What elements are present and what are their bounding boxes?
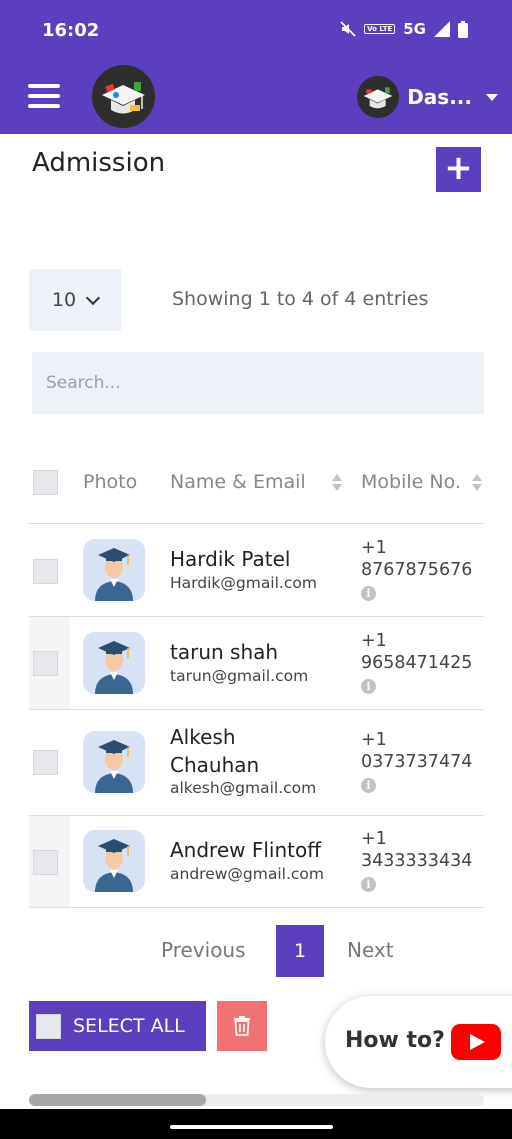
mobile-number: 0373737474: [361, 752, 473, 772]
student-email: alkesh@gmail.com: [170, 779, 317, 797]
home-gesture-pill[interactable]: [170, 1125, 333, 1129]
search-input[interactable]: [32, 352, 484, 414]
info-icon[interactable]: i: [361, 679, 376, 694]
student-photo: [83, 632, 145, 694]
status-icons: Vo LTE 5G: [340, 20, 468, 38]
student-photo: [83, 539, 145, 601]
student-mobile: +1 3433333434 i: [361, 828, 472, 894]
page-title: Admission: [32, 148, 166, 178]
column-mobile[interactable]: Mobile No.: [361, 471, 461, 493]
student-mobile: +1 9658471425 i: [361, 630, 472, 696]
student-name: Andrew Flintoff: [170, 838, 322, 862]
page-length-value: 10: [51, 289, 77, 311]
info-icon[interactable]: i: [361, 778, 376, 793]
mute-icon: [340, 21, 356, 37]
sort-icon[interactable]: [332, 474, 342, 492]
table-row: Andrew Flintoff andrew@gmail.com +1 3433…: [29, 816, 484, 908]
delete-button[interactable]: [217, 1001, 267, 1051]
student-mobile: +1 8767875676 i: [361, 537, 472, 603]
hamburger-icon: [28, 84, 60, 108]
row-checkbox[interactable]: [33, 559, 58, 584]
student-email: tarun@gmail.com: [170, 667, 309, 685]
student-avatar-icon: [83, 830, 145, 892]
student-name: tarun shah: [170, 640, 279, 664]
mobile-number: 8767875676: [361, 560, 473, 580]
plus-icon: +: [444, 148, 473, 188]
column-name-email[interactable]: Name & Email: [170, 471, 306, 493]
volte-badge: Vo LTE: [364, 24, 396, 34]
student-mobile: +1 0373737474 i: [361, 729, 472, 795]
previous-page-button[interactable]: Previous: [161, 938, 246, 962]
row-checkbox[interactable]: [33, 750, 58, 775]
page-1-button[interactable]: 1: [276, 925, 324, 977]
pagination: Previous 1 Next: [0, 925, 512, 977]
battery-icon: [458, 20, 468, 38]
mobile-code: +1: [361, 631, 387, 651]
table-row: tarun shah tarun@gmail.com +1 9658471425…: [29, 617, 484, 710]
next-page-button[interactable]: Next: [347, 938, 394, 962]
graduation-cap-logo: [92, 65, 155, 128]
info-icon[interactable]: i: [361, 877, 376, 892]
student-name: Hardik Patel: [170, 547, 291, 571]
how-to-label: How to?: [345, 1028, 445, 1053]
student-avatar-icon: [83, 632, 145, 694]
mobile-code: +1: [361, 829, 387, 849]
youtube-icon: [451, 1024, 501, 1060]
system-nav-bar: [0, 1109, 512, 1139]
page-length-select[interactable]: 10: [29, 269, 121, 331]
trash-icon: [234, 1016, 250, 1036]
student-email: andrew@gmail.com: [170, 865, 324, 883]
table-info: Showing 1 to 4 of 4 entries: [172, 288, 429, 310]
table-row: Hardik Patel Hardik@gmail.com +1 8767875…: [29, 524, 484, 617]
user-menu[interactable]: Das...: [357, 76, 498, 118]
network-type: 5G: [403, 20, 426, 38]
student-name: Alkesh Chauhan: [170, 725, 260, 777]
select-all-button[interactable]: SELECT ALL: [29, 1001, 206, 1051]
table-header: Photo Name & Email Mobile No.: [29, 452, 484, 524]
student-photo: [83, 731, 145, 793]
how-to-button[interactable]: How to?: [325, 996, 512, 1088]
row-checkbox[interactable]: [33, 651, 58, 676]
app-logo[interactable]: [92, 65, 155, 128]
status-time: 16:02: [42, 20, 100, 41]
sort-icon[interactable]: [472, 474, 482, 492]
table-row: Alkesh Chauhan alkesh@gmail.com +1 03737…: [29, 710, 484, 816]
status-bar: 16:02 Vo LTE 5G: [0, 0, 512, 60]
row-checkbox[interactable]: [33, 850, 58, 875]
info-icon[interactable]: i: [361, 586, 376, 601]
chevron-down-icon: [86, 290, 101, 306]
app-bar: Das...: [0, 60, 512, 134]
mobile-code: +1: [361, 730, 387, 750]
column-photo: Photo: [83, 471, 138, 493]
student-avatar-icon: [83, 539, 145, 601]
select-all-checkbox[interactable]: [36, 1013, 61, 1039]
student-avatar-icon: [83, 731, 145, 793]
mobile-number: 9658471425: [361, 653, 473, 673]
student-photo: [83, 830, 145, 892]
student-email: Hardik@gmail.com: [170, 574, 317, 592]
mobile-number: 3433333434: [361, 851, 473, 871]
menu-button[interactable]: [28, 84, 60, 110]
add-admission-button[interactable]: +: [436, 147, 481, 192]
user-name: Das...: [407, 85, 472, 109]
mobile-code: +1: [361, 538, 387, 558]
signal-icon: [434, 21, 450, 37]
user-avatar: [357, 76, 400, 118]
select-all-checkbox-header[interactable]: [33, 470, 58, 495]
horizontal-scrollbar-thumb[interactable]: [29, 1094, 206, 1106]
caret-down-icon: [486, 93, 498, 101]
select-all-label: SELECT ALL: [73, 1015, 185, 1037]
